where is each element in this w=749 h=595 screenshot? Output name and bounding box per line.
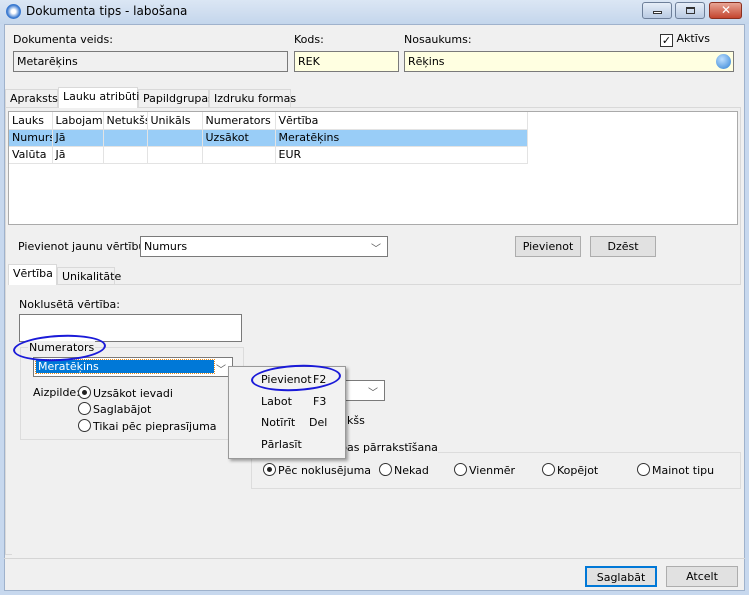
col-header[interactable]: Numerators: [202, 112, 276, 130]
menu-item-clear[interactable]: Notīrīt Del: [261, 416, 341, 429]
menu-item-reload[interactable]: Pārlasīt: [261, 438, 341, 451]
radio-label: Kopējot: [557, 464, 599, 477]
add-button[interactable]: Pievienot: [515, 236, 581, 257]
radio-label: Tikai pēc pieprasījuma: [93, 420, 217, 433]
fill-label: Aizpilde:: [33, 386, 80, 399]
menu-label: Pārlasīt: [261, 438, 302, 451]
fill-radio-start[interactable]: Uzsākot ievadi: [78, 386, 173, 400]
add-value-selected: Numurs: [144, 240, 188, 253]
tab-lauku-atributi[interactable]: Lauku atribūti: [58, 87, 139, 108]
doc-type-label: Dokumenta veids:: [13, 33, 113, 46]
menu-label: Labot: [261, 395, 292, 408]
radio-icon: [263, 463, 276, 476]
radio-icon: [542, 463, 555, 476]
cell[interactable]: [202, 146, 276, 164]
col-header[interactable]: Labojams: [52, 112, 104, 130]
overwrite-radio-always[interactable]: Vienmēr: [454, 463, 515, 477]
overwrite-radio-type[interactable]: Mainot tipu: [637, 463, 714, 477]
maximize-button[interactable]: [675, 2, 705, 19]
window-title: Dokumenta tips - labošana: [26, 4, 188, 18]
overwrite-radio-copy[interactable]: Kopējot: [542, 463, 598, 477]
tab-papildgrupas[interactable]: Papildgrupas: [138, 89, 214, 107]
radio-label: Pēc noklusējuma: [278, 464, 372, 477]
name-label: Nosaukums:: [404, 33, 472, 46]
tab-apraksts[interactable]: Apraksts: [5, 89, 58, 107]
close-icon: ✕: [721, 3, 732, 17]
active-checkbox[interactable]: ✓ Aktīvs: [660, 32, 710, 47]
radio-label: Uzsākot ievadi: [93, 387, 173, 400]
cell[interactable]: Jā: [52, 146, 104, 164]
cancel-button[interactable]: Atcelt: [666, 566, 738, 587]
radio-label: Nekad: [394, 464, 429, 477]
maximize-icon: [686, 7, 695, 14]
cell[interactable]: [147, 146, 203, 164]
chevron-down-icon: ﹀: [368, 388, 378, 399]
col-header[interactable]: Netukšs: [103, 112, 148, 130]
chevron-down-icon: ﹀: [371, 244, 381, 255]
col-header[interactable]: Lauks: [9, 112, 53, 130]
default-value-label: Noklusētā vērtība:: [19, 298, 121, 311]
footer-separator: [4, 558, 745, 559]
nonempty-checkbox-label[interactable]: kšs: [347, 414, 365, 427]
save-button[interactable]: Saglabāt: [585, 566, 657, 587]
tab-vertiba[interactable]: Vērtība: [8, 264, 57, 285]
radio-icon: [78, 386, 91, 399]
menu-shortcut: F3: [313, 395, 327, 408]
chevron-down-icon: ﹀: [216, 365, 226, 376]
name-input[interactable]: Rēķins: [404, 51, 734, 72]
cell[interactable]: [147, 129, 203, 147]
cell[interactable]: Meratēķins: [275, 129, 528, 147]
menu-shortcut: Del: [309, 416, 328, 429]
cell[interactable]: Uzsākot: [202, 129, 276, 147]
fill-radio-save[interactable]: Saglabājot: [78, 402, 151, 416]
col-header[interactable]: Unikāls: [147, 112, 203, 130]
radio-icon: [454, 463, 467, 476]
radio-icon: [379, 463, 392, 476]
tab-unikalitate[interactable]: Unikalitāte: [57, 267, 121, 285]
cell[interactable]: Jā: [52, 129, 104, 147]
overwrite-radio-default[interactable]: Pēc noklusējuma: [263, 463, 371, 477]
radio-icon: [78, 402, 91, 415]
fill-radio-request[interactable]: Tikai pēc pieprasījuma: [78, 419, 217, 433]
cell[interactable]: Numurs: [9, 129, 53, 147]
name-value: Rēķins: [408, 55, 445, 68]
cell[interactable]: [103, 129, 148, 147]
add-value-label: Pievienot jaunu vērtību:: [18, 240, 150, 253]
fields-grid: LauksLabojamsNetukšsUnikālsNumeratorsVēr…: [8, 111, 738, 225]
radio-icon: [78, 419, 91, 432]
table-row[interactable]: Numurs Jā Uzsākot Meratēķins: [9, 129, 528, 147]
cell[interactable]: Valūta: [9, 146, 53, 164]
radio-label: Saglabājot: [93, 403, 152, 416]
overwrite-radio-never[interactable]: Nekad: [379, 463, 429, 477]
tab-izdruku-formas[interactable]: Izdruku formas: [209, 89, 296, 107]
radio-label: Vienmēr: [469, 464, 516, 477]
minimize-icon: [653, 11, 662, 14]
close-button[interactable]: ✕: [709, 2, 742, 19]
cell[interactable]: [103, 146, 148, 164]
minimize-button[interactable]: [642, 2, 672, 19]
menu-label: Notīrīt: [261, 416, 296, 429]
code-input[interactable]: REK: [294, 51, 399, 72]
code-label: Kods:: [294, 33, 324, 46]
add-value-select[interactable]: Numurs ﹀: [140, 236, 388, 257]
menu-item-edit[interactable]: Labot F3: [261, 395, 341, 408]
numerator-selected: Meratēķins: [35, 359, 215, 374]
globe-icon[interactable]: [716, 54, 731, 69]
delete-button[interactable]: Dzēst: [590, 236, 656, 257]
radio-icon: [637, 463, 650, 476]
grid-header: LauksLabojamsNetukšsUnikālsNumeratorsVēr…: [9, 112, 528, 130]
overwrite-group-label: bas pārrakstīšana: [340, 441, 438, 454]
radio-label: Mainot tipu: [652, 464, 715, 477]
doc-type-field: Metarēķins: [13, 51, 288, 72]
col-header[interactable]: Vērtība: [275, 112, 528, 130]
title-bar: Dokumenta tips - labošana ✕: [0, 0, 749, 24]
cell[interactable]: EUR: [275, 146, 528, 164]
app-icon: [6, 4, 21, 19]
active-label: Aktīvs: [676, 32, 711, 45]
table-row[interactable]: Valūta Jā EUR: [9, 146, 528, 164]
checkmark-icon: ✓: [660, 34, 673, 47]
